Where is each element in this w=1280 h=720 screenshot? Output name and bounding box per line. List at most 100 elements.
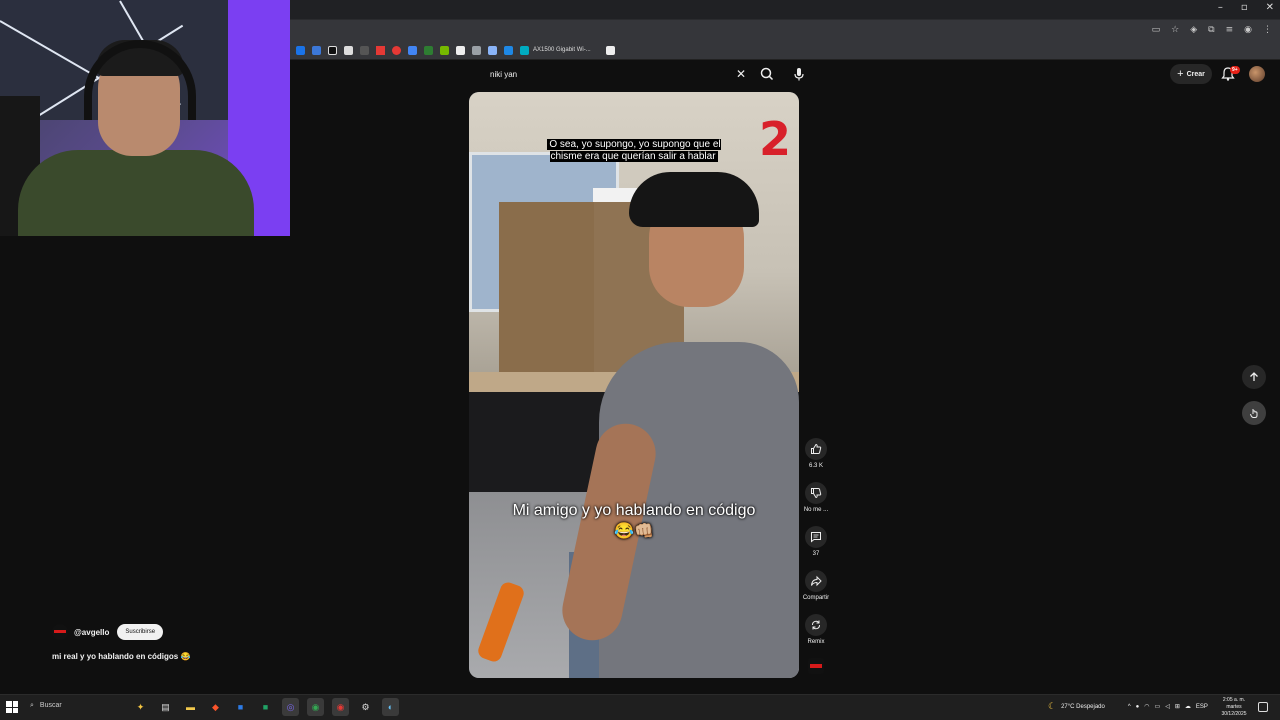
sound-thumbnail[interactable] (808, 658, 824, 674)
remix-button[interactable] (805, 614, 827, 636)
taskbar-apps: ✦ ▤ ▬ ◆ ■ ■ ◎ ◉ ◉ ⚙ ◐ (132, 698, 399, 716)
microphone-icon[interactable]: ● (1136, 704, 1140, 710)
video-person-cap (629, 172, 759, 227)
next-short-button[interactable] (1242, 401, 1266, 425)
brave-browser-icon[interactable]: ◆ (207, 698, 224, 716)
comments-button[interactable] (805, 526, 827, 548)
account-avatar[interactable] (1249, 66, 1265, 82)
like-action[interactable]: 6.3 K (800, 438, 832, 469)
video-shelf (499, 202, 609, 372)
sound-thumbnail-mark (810, 664, 822, 668)
channel-handle[interactable]: @avgello (74, 628, 109, 637)
short-video-player[interactable]: 2 O sea, yo supongo, yo supongo que el c… (469, 92, 799, 678)
bookmark-icon[interactable] (344, 45, 353, 55)
bookmark-icon[interactable] (312, 45, 321, 55)
outlook-icon[interactable]: ■ (232, 698, 249, 716)
bookmark-icon[interactable] (440, 45, 449, 55)
channel-row: @avgello Suscribirse (52, 624, 164, 640)
onedrive-icon[interactable]: ☁ (1185, 703, 1191, 710)
hand-cursor-icon (1250, 409, 1258, 418)
share-action[interactable]: Compartir (800, 570, 832, 601)
clear-search-icon[interactable]: ✕ (736, 67, 746, 81)
like-count: 6.3 K (808, 463, 823, 469)
comments-action[interactable]: 37 (800, 526, 832, 557)
bookmark-icon[interactable] (360, 45, 369, 55)
previous-short-button[interactable] (1242, 365, 1266, 389)
copilot-sparkle-icon[interactable]: ✦ (132, 698, 149, 716)
notification-center-icon[interactable] (1258, 702, 1268, 712)
dislike-action[interactable]: No me ... (800, 482, 832, 513)
taskbar-search-label: Buscar (39, 702, 62, 709)
steam-icon[interactable]: ◐ (382, 698, 399, 716)
windows-taskbar: ⌕ Buscar ✦ ▤ ▬ ◆ ■ ■ ◎ ◉ ◉ ⚙ ◐ ☾ 27°C De… (0, 694, 1280, 720)
share-button[interactable] (805, 570, 827, 592)
menu-icon[interactable]: ≡ (1226, 25, 1234, 35)
bookmark-icon[interactable] (296, 45, 305, 55)
remix-icon (812, 620, 820, 630)
bookmark-icon[interactable] (376, 45, 385, 55)
clock-date: 30/12/2025 (1221, 711, 1247, 717)
window-controls: – ▫ ✕ (1218, 2, 1274, 13)
bookmark-star-icon[interactable]: ☆ (1171, 25, 1179, 35)
chevron-up-icon[interactable]: ^ (1128, 704, 1131, 710)
search-icon[interactable] (759, 66, 775, 82)
comment-count: 37 (812, 551, 820, 557)
display-icon[interactable]: ▭ (1155, 703, 1161, 710)
network-icon[interactable]: ⊞ (1175, 703, 1180, 710)
microphone-icon[interactable] (791, 66, 807, 82)
search-bar[interactable]: niki yan ✕ (480, 64, 780, 84)
volume-icon[interactable]: ◁ (1165, 703, 1170, 710)
chrome-icon[interactable]: ◉ (307, 698, 324, 716)
media-app-icon[interactable]: ◉ (332, 698, 349, 716)
bookmark-icon[interactable] (488, 45, 497, 55)
puzzle-icon[interactable]: ⧉ (1208, 25, 1214, 35)
close-window-button[interactable]: ✕ (1266, 2, 1274, 13)
search-icon: ⌕ (30, 701, 34, 709)
video-overlay-number: 2 (759, 112, 792, 166)
bookmark-label[interactable]: AX1500 Gigabit Wi-... (533, 47, 591, 53)
bookmark-icon[interactable] (328, 45, 337, 55)
arrow-up-icon (1250, 372, 1258, 381)
webcam-overlay (0, 0, 290, 236)
moon-weather-icon: ☾ (1048, 701, 1057, 711)
maximize-button[interactable]: ▫ (1241, 2, 1248, 13)
taskbar-clock[interactable]: 2:05 a. m. martes 30/12/2025 (1214, 697, 1254, 718)
weather-text[interactable]: 27°C Despejado (1061, 704, 1105, 710)
extension-icon[interactable]: ◈ (1190, 25, 1197, 35)
search-input[interactable]: niki yan (490, 70, 517, 79)
notification-badge: 9+ (1230, 66, 1240, 74)
language-indicator[interactable]: ESP (1196, 704, 1208, 710)
task-view-icon[interactable]: ▤ (157, 698, 174, 716)
system-tray: ☾ 27°C Despejado ^ ● ◠ ▭ ◁ ⊞ ☁ ESP (1048, 701, 1208, 712)
more-icon[interactable]: ⋮ (1263, 25, 1272, 35)
bookmark-icon[interactable] (424, 45, 433, 55)
subscribe-button[interactable]: Suscribirse (117, 624, 164, 640)
plus-icon: + (1177, 68, 1184, 80)
browser-toolbar-icons: ▭ ☆ ◈ ⧉ ≡ ◉ ⋮ (1152, 25, 1272, 35)
like-button[interactable] (805, 438, 827, 460)
windows-start-icon[interactable] (6, 701, 18, 713)
cast-icon[interactable]: ▭ (1152, 25, 1161, 35)
clock-day: martes (1226, 704, 1242, 710)
settings-gear-icon[interactable]: ⚙ (357, 698, 374, 716)
bookmark-icon[interactable] (456, 45, 465, 55)
profile-icon[interactable]: ◉ (1244, 25, 1252, 35)
bookmark-icon[interactable] (605, 45, 615, 55)
bookmark-icon[interactable] (408, 45, 417, 55)
remix-action[interactable]: Remix (800, 614, 832, 645)
excel-icon[interactable]: ■ (257, 698, 274, 716)
dislike-button[interactable] (805, 482, 827, 504)
bookmark-icon[interactable] (472, 45, 481, 55)
file-explorer-icon[interactable]: ▬ (182, 698, 199, 716)
dislike-label: No me ... (803, 507, 829, 513)
taskbar-search[interactable]: ⌕ Buscar (30, 701, 62, 710)
obs-icon[interactable]: ◎ (282, 698, 299, 716)
bookmark-icon[interactable] (504, 45, 513, 55)
tplink-icon[interactable] (520, 45, 529, 55)
remix-label: Remix (807, 639, 825, 645)
bookmark-icon[interactable] (392, 45, 401, 55)
create-button[interactable]: + Crear (1170, 64, 1212, 84)
channel-avatar[interactable] (52, 624, 68, 640)
minimize-button[interactable]: – (1218, 2, 1223, 13)
wifi-icon[interactable]: ◠ (1144, 703, 1149, 710)
